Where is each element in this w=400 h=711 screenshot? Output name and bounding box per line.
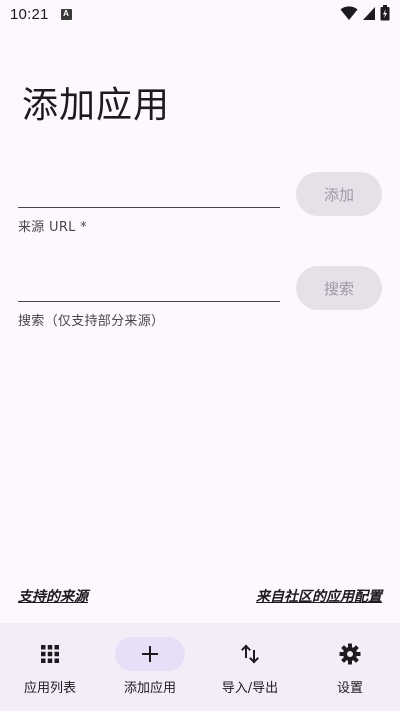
import-export-icon xyxy=(241,644,259,664)
add-button[interactable]: 添加 xyxy=(296,172,382,216)
status-time: 10:21 xyxy=(10,5,49,23)
gear-icon xyxy=(339,643,361,665)
nav-label: 添加应用 xyxy=(123,681,176,696)
plus-icon xyxy=(142,646,158,662)
nav-item-settings[interactable]: 设置 xyxy=(300,623,400,711)
community-configs-link[interactable]: 来自社区的应用配置 xyxy=(256,586,382,606)
grid-icon xyxy=(41,645,59,663)
supported-sources-link[interactable]: 支持的来源 xyxy=(18,586,88,606)
nav-item-import-export[interactable]: 导入/导出 xyxy=(200,623,300,711)
nav-icon-container xyxy=(215,637,285,671)
search-input[interactable] xyxy=(18,266,280,302)
source-url-helper: 来源 URL * xyxy=(18,220,87,235)
search-row: 搜索（仅支持部分来源） 搜索 xyxy=(18,266,382,329)
source-url-row: 来源 URL * 添加 xyxy=(18,172,382,235)
nav-label: 设置 xyxy=(336,681,363,696)
nav-active-indicator xyxy=(115,637,185,671)
status-icons xyxy=(340,5,390,21)
battery-charging-icon xyxy=(380,5,390,21)
notification-icon: A xyxy=(60,8,72,20)
nav-icon-container xyxy=(315,637,385,671)
search-button[interactable]: 搜索 xyxy=(296,266,382,310)
search-helper: 搜索（仅支持部分来源） xyxy=(18,314,165,329)
bottom-navigation: 应用列表 添加应用 导入/导出 设置 xyxy=(0,623,400,711)
source-url-input[interactable] xyxy=(18,172,280,208)
nav-item-app-list[interactable]: 应用列表 xyxy=(0,623,100,711)
status-bar: 10:21 A xyxy=(0,0,400,28)
nav-item-add-app[interactable]: 添加应用 xyxy=(100,623,200,711)
page-title: 添加应用 xyxy=(22,85,171,126)
nav-icon-container xyxy=(15,637,85,671)
wifi-icon xyxy=(340,6,358,20)
notification-badge-text: A xyxy=(63,9,69,18)
signal-icon xyxy=(363,7,375,20)
nav-label: 导入/导出 xyxy=(221,681,279,696)
nav-label: 应用列表 xyxy=(23,681,76,696)
